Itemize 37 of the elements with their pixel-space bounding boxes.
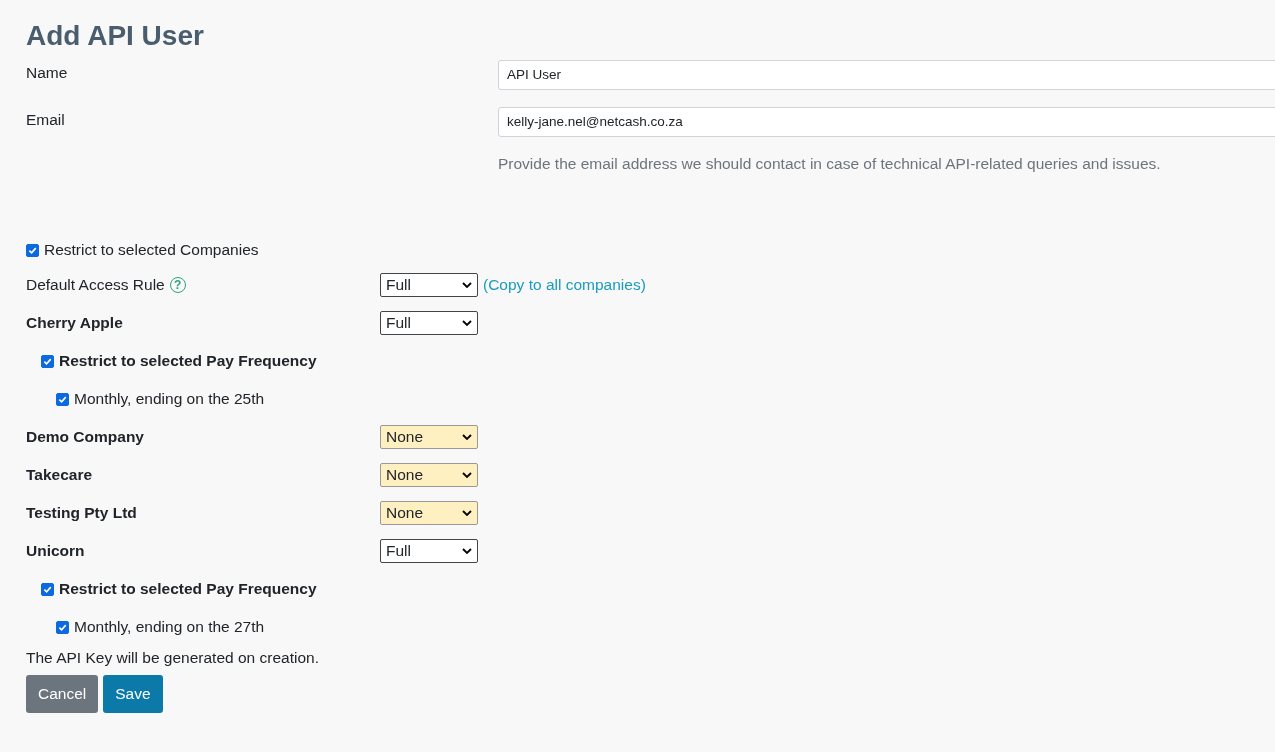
text-field[interactable]: API User bbox=[498, 60, 1275, 90]
checkbox-label: Restrict to selected Pay Frequency bbox=[59, 579, 317, 599]
checkbox[interactable] bbox=[56, 620, 69, 634]
cancel-button[interactable]: Cancel bbox=[26, 675, 99, 713]
page-title: Add API User bbox=[26, 19, 205, 53]
chevron-down-icon bbox=[462, 282, 472, 288]
access-select[interactable]: None bbox=[380, 501, 478, 525]
field-label: Default Access Rule bbox=[26, 275, 165, 295]
save-button[interactable]: Save bbox=[103, 675, 163, 713]
field-label: Name bbox=[26, 63, 69, 83]
checkbox[interactable] bbox=[41, 354, 54, 368]
chevron-down-icon bbox=[462, 434, 472, 440]
access-select[interactable]: None bbox=[380, 425, 478, 449]
info-text: The API Key will be generated on creation. bbox=[26, 648, 320, 668]
company-name: Takecare bbox=[26, 465, 93, 485]
text-field[interactable]: kelly-jane.nel@netcash.co.za bbox=[498, 107, 1275, 137]
access-select[interactable]: None bbox=[380, 463, 478, 487]
checkbox-label: Monthly, ending on the 27th bbox=[74, 617, 265, 637]
checkbox-label: Restrict to selected Companies bbox=[44, 240, 259, 260]
chevron-down-icon bbox=[462, 510, 472, 516]
checkbox-label: Restrict to selected Pay Frequency bbox=[59, 351, 317, 371]
checkbox-label: Monthly, ending on the 25th bbox=[74, 389, 265, 409]
company-name: Testing Pty Ltd bbox=[26, 503, 137, 523]
company-name: Unicorn bbox=[26, 541, 85, 561]
help-text: Provide the email address we should contact in case of technical API-related queries and issues. bbox=[498, 154, 1162, 174]
chevron-down-icon bbox=[462, 548, 472, 554]
field-label: Email bbox=[26, 110, 66, 130]
access-select[interactable]: Full bbox=[380, 539, 478, 563]
access-select[interactable]: Full bbox=[380, 273, 478, 297]
company-name: Demo Company bbox=[26, 427, 144, 447]
checkbox[interactable] bbox=[56, 392, 69, 406]
checkbox[interactable] bbox=[26, 243, 39, 257]
chevron-down-icon bbox=[462, 320, 472, 326]
checkbox[interactable] bbox=[41, 582, 54, 596]
company-name: Cherry Apple bbox=[26, 313, 123, 333]
access-select[interactable]: Full bbox=[380, 311, 478, 335]
chevron-down-icon bbox=[462, 472, 472, 478]
